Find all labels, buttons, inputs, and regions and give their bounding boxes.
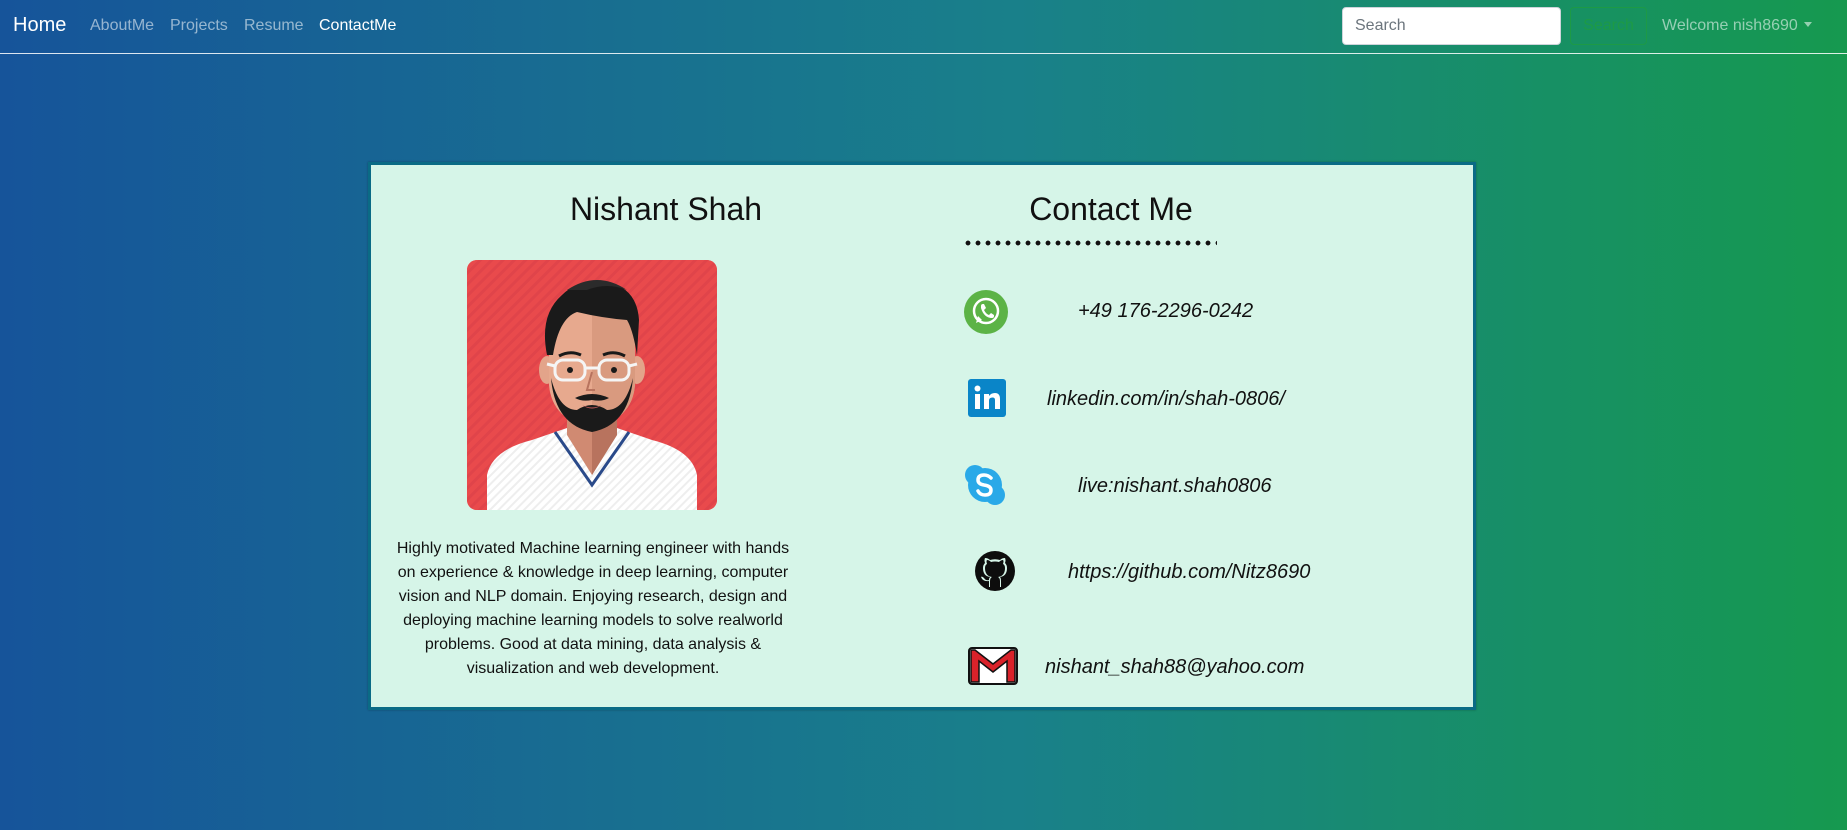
search-button[interactable]: Search bbox=[1570, 7, 1647, 45]
contact-text-skype: live:nishant.shah0806 bbox=[1078, 475, 1272, 497]
user-menu-dropdown[interactable]: Welcome nish8690 bbox=[1662, 17, 1812, 35]
linkedin-icon bbox=[968, 379, 1006, 417]
github-icon bbox=[975, 551, 1015, 591]
nav-home-link[interactable]: Home bbox=[13, 14, 66, 37]
profile-name: Nishant Shah bbox=[569, 191, 763, 227]
nav-link-aboutme[interactable]: AboutMe bbox=[90, 17, 154, 35]
contact-item-github[interactable]: https://github.com/Nitz8690 bbox=[964, 550, 1364, 596]
contact-text-linkedin: linkedin.com/in/shah-0806/ bbox=[1047, 388, 1285, 410]
avatar-illustration bbox=[467, 260, 717, 510]
contact-item-whatsapp[interactable]: +49 176-2296-0242 bbox=[964, 290, 1364, 336]
gmail-icon bbox=[968, 647, 1018, 685]
nav-link-projects[interactable]: Projects bbox=[170, 17, 228, 35]
contact-text-email: nishant_shah88@yahoo.com bbox=[1045, 656, 1305, 678]
contact-item-linkedin[interactable]: linkedin.com/in/shah-0806/ bbox=[964, 377, 1364, 423]
contact-text-github: https://github.com/Nitz8690 bbox=[1068, 561, 1311, 583]
profile-bio: Highly motivated Machine learning engine… bbox=[396, 540, 790, 677]
avatar bbox=[467, 260, 717, 510]
navbar: Home AboutMe Projects Resume ContactMe S… bbox=[0, 0, 1847, 54]
search-input[interactable] bbox=[1342, 7, 1561, 45]
whatsapp-icon bbox=[964, 290, 1008, 334]
contact-card: Nishant Shah Highly motivated Machine le… bbox=[368, 162, 1476, 710]
contact-title: Contact Me bbox=[1029, 191, 1193, 227]
nav-link-resume[interactable]: Resume bbox=[244, 17, 304, 35]
contact-text-whatsapp: +49 176-2296-0242 bbox=[1078, 300, 1254, 322]
chevron-down-icon bbox=[1803, 22, 1812, 27]
skype-icon bbox=[965, 465, 1005, 505]
dotted-divider bbox=[963, 240, 1217, 246]
nav-link-contactme[interactable]: ContactMe bbox=[319, 17, 396, 35]
contact-item-skype[interactable]: live:nishant.shah0806 bbox=[964, 464, 1364, 510]
welcome-label: Welcome nish8690 bbox=[1662, 17, 1798, 34]
contact-item-email[interactable]: nishant_shah88@yahoo.com bbox=[964, 645, 1364, 691]
